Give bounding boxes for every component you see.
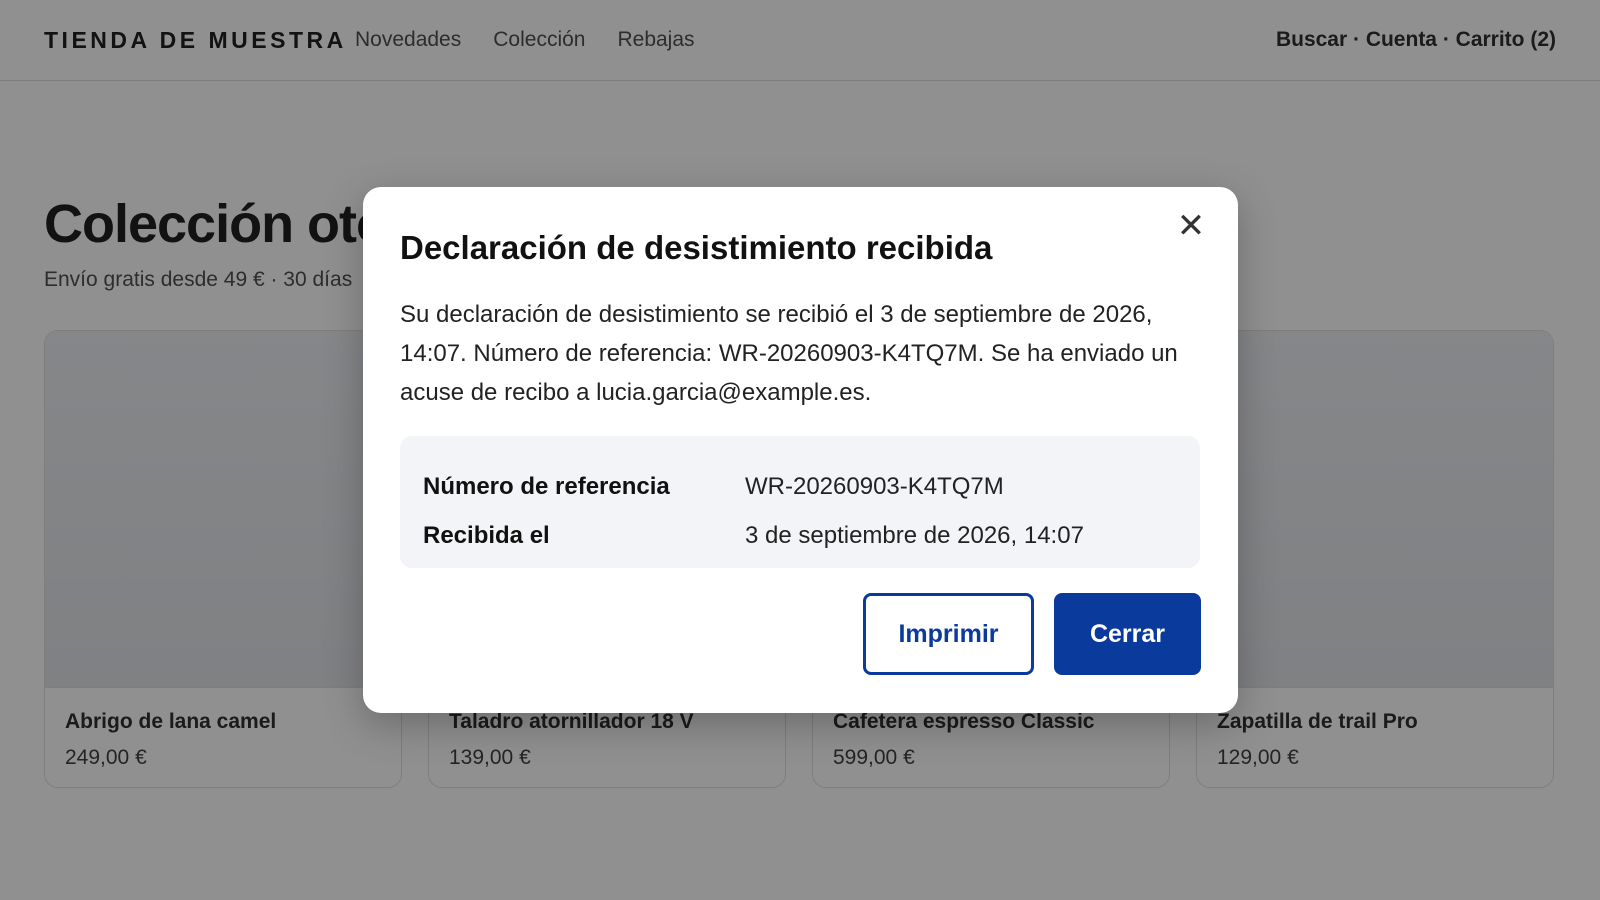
detail-row-received: Recibida el 3 de septiembre de 2026, 14:… <box>423 511 1177 560</box>
detail-label: Recibida el <box>423 521 550 549</box>
print-button[interactable]: Imprimir <box>863 593 1034 675</box>
detail-label: Número de referencia <box>423 472 670 500</box>
dialog-title: Declaración de desistimiento recibida <box>400 229 993 266</box>
confirmation-details: Número de referencia WR-20260903-K4TQ7M … <box>400 436 1200 568</box>
detail-value: WR-20260903-K4TQ7M <box>745 472 1004 500</box>
detail-value: 3 de septiembre de 2026, 14:07 <box>745 521 1084 549</box>
detail-row-reference: Número de referencia WR-20260903-K4TQ7M <box>423 462 1177 511</box>
dialog-message: Su declaración de desistimiento se recib… <box>400 301 1178 406</box>
close-button[interactable]: Cerrar <box>1054 593 1201 675</box>
withdrawal-confirmation-dialog: ✕ Declaración de desistimiento recibida … <box>363 187 1238 713</box>
close-icon[interactable]: ✕ <box>1174 209 1208 243</box>
